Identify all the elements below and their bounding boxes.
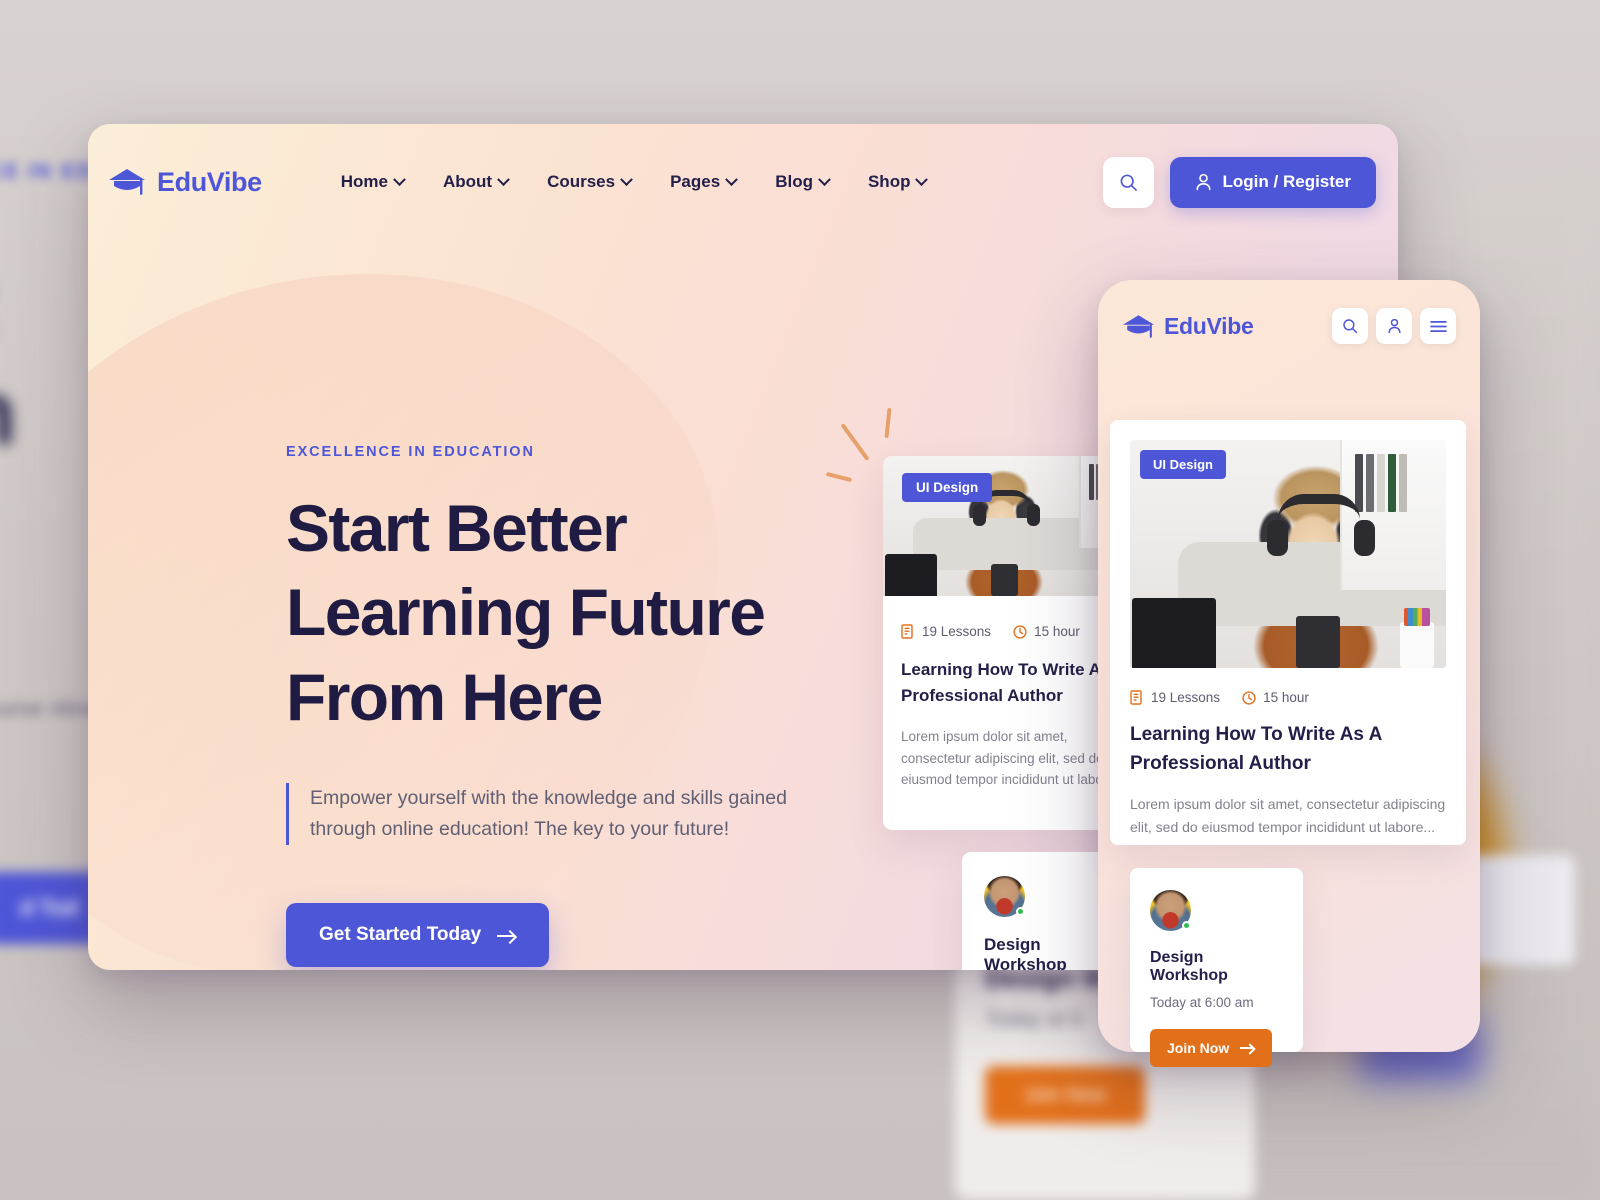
nav-label: Shop	[867, 172, 911, 191]
arrow-right-icon	[497, 930, 516, 941]
lessons-icon	[901, 624, 913, 639]
headline-line-2: Learning Future	[286, 575, 766, 650]
hamburger-icon	[1429, 320, 1447, 332]
nav-item-pages[interactable]: Pages	[670, 172, 739, 192]
header-actions: Login / Register	[1102, 156, 1376, 208]
course-category-badge: UI Design	[902, 473, 993, 502]
mobile-workshop-title: Design Workshop	[1150, 949, 1228, 984]
mobile-course-card[interactable]: UI Design 19 Lessons 15 hour Learning Ho…	[1110, 420, 1466, 845]
nav-item-courses[interactable]: Courses	[547, 172, 633, 192]
duration-meta: 15 hour	[1013, 624, 1080, 639]
logo[interactable]: EduVibe	[108, 167, 262, 198]
mobile-join-now-label: Join Now	[1167, 1040, 1230, 1056]
desktop-header: EduVibe Home About Courses Pages Blog Sh…	[88, 124, 1398, 240]
user-icon	[1387, 318, 1401, 334]
search-icon	[1120, 174, 1137, 191]
nav-label: Home	[340, 172, 388, 191]
mobile-account-button[interactable]	[1376, 308, 1412, 344]
mobile-actions	[1332, 308, 1456, 344]
logo-text: EduVibe	[157, 166, 262, 197]
course-description: Lorem ipsum dolor sit amet, consectetur …	[901, 728, 1127, 788]
clock-icon	[1013, 624, 1027, 639]
chevron-down-icon	[620, 172, 633, 186]
user-icon	[1195, 173, 1211, 191]
mobile-lessons-text: 19 Lessons	[1151, 690, 1221, 705]
mobile-join-now-button[interactable]: Join Now	[1150, 1029, 1273, 1067]
search-icon	[1343, 319, 1358, 334]
nav-item-home[interactable]: Home	[340, 172, 406, 192]
hero-section: EXCELLENCE IN EDUCATION Start Better Lea…	[286, 444, 846, 967]
course-meta: 19 Lessons 15 hour	[901, 624, 1127, 639]
lessons-text: 19 Lessons	[922, 624, 992, 639]
chevron-down-icon	[818, 172, 831, 186]
online-status-dot	[1016, 907, 1025, 916]
mobile-lessons-meta: 19 Lessons	[1130, 690, 1220, 705]
graduation-cap-icon	[109, 169, 145, 195]
nav-label: Pages	[670, 172, 721, 191]
chevron-down-icon	[915, 172, 929, 186]
nav-item-about[interactable]: About	[442, 172, 510, 192]
mobile-workshop-time: Today at 6:00 am	[1150, 995, 1254, 1010]
login-register-button[interactable]: Login / Register	[1169, 156, 1376, 208]
nav-item-blog[interactable]: Blog	[775, 172, 831, 192]
hero-description: Empower yourself with the knowledge and …	[286, 783, 846, 845]
mobile-course-description: Lorem ipsum dolor sit amet, consectetur …	[1130, 796, 1446, 835]
mobile-course-body: 19 Lessons 15 hour Learning How To Write…	[1110, 668, 1466, 838]
mobile-header: EduVibe	[1098, 280, 1480, 344]
mobile-logo[interactable]: EduVibe	[1122, 313, 1254, 340]
search-button[interactable]	[1102, 156, 1154, 208]
nav-label: About	[442, 172, 493, 191]
lessons-meta: 19 Lessons	[901, 624, 991, 639]
duration-text: 15 hour	[1034, 624, 1080, 639]
chevron-down-icon	[393, 172, 406, 186]
hero-eyebrow: EXCELLENCE IN EDUCATION	[286, 444, 535, 460]
mobile-duration-text: 15 hour	[1263, 690, 1309, 705]
mobile-workshop-card[interactable]: Design Workshop Today at 6:00 am Join No…	[1130, 868, 1303, 1067]
graduation-cap-icon	[1122, 314, 1155, 338]
mobile-course-title: Learning How To Write As A Professional …	[1130, 724, 1382, 774]
get-started-label: Get Started Today	[319, 924, 482, 945]
online-status-dot	[1182, 921, 1191, 930]
headline-line-3: From Here	[286, 659, 603, 734]
background-workshop-button: Join Now	[985, 1066, 1145, 1124]
login-register-label: Login / Register	[1222, 172, 1351, 191]
mobile-logo-text: EduVibe	[1164, 312, 1254, 339]
mobile-search-button[interactable]	[1332, 308, 1368, 344]
get-started-button[interactable]: Get Started Today	[286, 903, 550, 967]
main-navigation: Home About Courses Pages Blog Shop	[340, 172, 929, 192]
clock-icon	[1242, 690, 1256, 705]
chevron-down-icon	[497, 172, 510, 186]
nav-label: Courses	[547, 172, 616, 191]
mobile-avatar	[1150, 890, 1191, 931]
mobile-course-meta: 19 Lessons 15 hour	[1130, 690, 1446, 705]
chevron-down-icon	[725, 172, 739, 186]
nav-label: Blog	[775, 172, 813, 191]
mobile-course-badge: UI Design	[1140, 450, 1226, 479]
lessons-icon	[1130, 690, 1142, 705]
mobile-menu-button[interactable]	[1420, 308, 1456, 344]
hero-headline: Start Better Learning Future From Here	[286, 486, 846, 739]
mobile-duration-meta: 15 hour	[1242, 690, 1309, 705]
arrow-right-icon	[1240, 1043, 1255, 1053]
avatar	[984, 876, 1025, 917]
headline-line-1: Start Better	[286, 491, 628, 565]
course-title: Learning How To Write As A Professional …	[901, 660, 1127, 705]
nav-item-shop[interactable]: Shop	[867, 172, 929, 192]
